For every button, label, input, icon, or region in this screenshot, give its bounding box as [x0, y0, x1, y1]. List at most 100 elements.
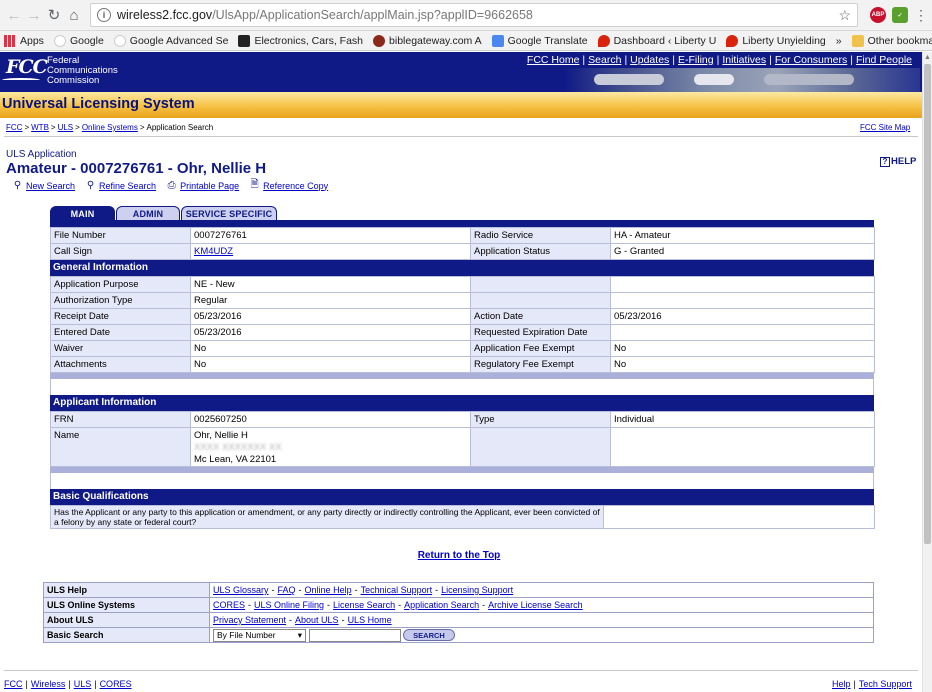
scroll-up-icon[interactable]: ▲ — [924, 54, 931, 61]
search-type-select[interactable]: By File Number ▾ — [213, 628, 306, 642]
basic-qualifications-table: Has the Applicant or any party to this a… — [50, 505, 875, 529]
bookmark-biblegateway[interactable]: biblegateway.com A — [373, 34, 482, 47]
browser-menu-icon[interactable]: ⋮ — [914, 8, 928, 22]
refine-search-link[interactable]: ⚲ Refine Search — [85, 180, 156, 191]
search-input[interactable] — [309, 628, 401, 642]
link-online-help[interactable]: Online Help — [305, 585, 352, 595]
new-search-label[interactable]: New Search — [26, 181, 75, 191]
link-uls-home[interactable]: ULS Home — [348, 615, 392, 625]
link-fcc-home[interactable]: FCC Home — [527, 54, 580, 66]
url-text[interactable]: wireless2.fcc.gov/UlsApp/ApplicationSear… — [117, 8, 838, 22]
crumb-fcc[interactable]: FCC — [6, 123, 22, 132]
separator: > — [50, 123, 56, 132]
action-date-value: 05/23/2016 — [610, 308, 875, 325]
link-updates[interactable]: Updates — [630, 54, 669, 66]
adblock-extension-icon[interactable]: ABP — [870, 7, 886, 23]
bookmark-apps[interactable]: Apps — [4, 34, 44, 47]
dropdown-arrow-icon: ▾ — [297, 629, 302, 640]
scrollbar-thumb[interactable] — [924, 64, 931, 544]
info-icon[interactable]: i — [97, 8, 111, 22]
link-uls-online-filing[interactable]: ULS Online Filing — [254, 600, 324, 610]
file-number-label: File Number — [50, 227, 191, 244]
tab-bar: MAIN ADMIN SERVICE SPECIFIC — [50, 206, 278, 220]
link-uls-glossary[interactable]: ULS Glossary — [213, 585, 269, 595]
link-initiatives[interactable]: Initiatives — [722, 54, 766, 66]
magnifier-icon: ⚲ — [86, 180, 95, 191]
reload-icon[interactable]: ↻ — [44, 5, 64, 25]
link-search[interactable]: Search — [588, 54, 621, 66]
separator: - — [482, 600, 486, 610]
crumb-current: Application Search — [146, 123, 214, 132]
footer-link-uls[interactable]: ULS — [74, 679, 92, 689]
application-fee-exempt-value: No — [610, 340, 875, 357]
bookmark-google-translate[interactable]: Google Translate — [491, 34, 588, 47]
bookmark-google[interactable]: Google — [53, 34, 104, 47]
separator: | — [624, 54, 628, 66]
bookmark-other[interactable]: Other bookmarks — [851, 34, 932, 47]
page-scrollbar[interactable]: ▲ — [922, 52, 932, 692]
reference-copy-label[interactable]: Reference Copy — [263, 181, 328, 191]
bookmark-amazon[interactable]: Electronics, Cars, Fash — [238, 34, 363, 47]
link-find-people[interactable]: Find People — [856, 54, 912, 66]
separator: | — [716, 54, 720, 66]
bookmarks-overflow[interactable]: » — [836, 35, 842, 47]
bookmarks-bar: Apps Google Google Advanced Se Electroni… — [0, 31, 932, 51]
refine-search-label[interactable]: Refine Search — [99, 181, 156, 191]
reference-copy-link[interactable]: 🗎 Reference Copy — [249, 179, 329, 191]
call-sign-link[interactable]: KM4UDZ — [194, 246, 233, 257]
crumb-online-systems[interactable]: Online Systems — [82, 123, 138, 132]
link-application-search[interactable]: Application Search — [404, 600, 479, 610]
attachments-label: Attachments — [50, 356, 191, 373]
footer-link-fcc[interactable]: FCC — [4, 679, 23, 689]
general-information-header: General Information — [50, 260, 874, 276]
return-to-top-wrap: Return to the Top — [0, 550, 918, 561]
search-type-value: By File Number — [217, 630, 276, 640]
crumb-wtb[interactable]: WTB — [31, 123, 49, 132]
link-archive-license-search[interactable]: Archive License Search — [488, 600, 583, 610]
new-search-link[interactable]: ⚲ New Search — [12, 180, 75, 191]
tab-main[interactable]: MAIN — [50, 206, 115, 220]
fcc-logo[interactable]: FCC — [6, 56, 48, 78]
green-extension-icon[interactable]: ✓ — [892, 7, 908, 23]
help-link[interactable]: ? HELP — [880, 156, 916, 167]
separator: - — [435, 585, 439, 595]
printable-page-link[interactable]: ⎙ Printable Page — [166, 180, 240, 191]
separator: - — [327, 600, 331, 610]
table-row: Entered Date 05/23/2016 Requested Expira… — [50, 324, 875, 341]
printable-page-label[interactable]: Printable Page — [180, 181, 239, 191]
link-for-consumers[interactable]: For Consumers — [775, 54, 847, 66]
crumb-uls[interactable]: ULS — [58, 123, 74, 132]
address-bar[interactable]: i wireless2.fcc.gov/UlsApp/ApplicationSe… — [90, 3, 858, 27]
return-to-top-link[interactable]: Return to the Top — [418, 550, 501, 561]
link-licensing-support[interactable]: Licensing Support — [441, 585, 513, 595]
link-efiling[interactable]: E-Filing — [678, 54, 714, 66]
footer-link-help[interactable]: Help — [832, 679, 851, 689]
table-row: Name Ohr, Nellie H XXXX XXXXXXX XX Mc Le… — [50, 427, 875, 467]
link-about-uls[interactable]: About ULS — [295, 615, 339, 625]
footer-link-tech-support[interactable]: Tech Support — [859, 679, 912, 689]
google-icon — [53, 34, 66, 47]
bookmark-star-icon[interactable]: ☆ — [838, 7, 851, 24]
footer-link-wireless[interactable]: Wireless — [31, 679, 66, 689]
site-map-link[interactable]: FCC Site Map — [860, 123, 910, 132]
back-arrow-icon[interactable]: ← — [4, 5, 24, 25]
tab-service-specific[interactable]: SERVICE SPECIFIC — [181, 206, 277, 220]
bookmark-dashboard[interactable]: Dashboard ‹ Liberty U — [597, 34, 716, 47]
link-faq[interactable]: FAQ — [278, 585, 296, 595]
tab-admin[interactable]: ADMIN — [116, 206, 180, 220]
bookmark-google-advanced[interactable]: Google Advanced Se — [113, 34, 228, 47]
forward-arrow-icon[interactable]: → — [24, 5, 44, 25]
link-privacy-statement[interactable]: Privacy Statement — [213, 615, 286, 625]
bookmark-label: Liberty Unyielding — [742, 34, 826, 47]
applicant-city: Mc Lean, VA 22101 — [194, 454, 277, 465]
separator: | — [853, 679, 856, 689]
attachments-value: No — [190, 356, 471, 373]
link-technical-support[interactable]: Technical Support — [361, 585, 433, 595]
bookmark-liberty-unyielding[interactable]: Liberty Unyielding — [726, 34, 826, 47]
link-license-search[interactable]: License Search — [333, 600, 395, 610]
search-button[interactable]: SEARCH — [403, 629, 455, 641]
home-icon[interactable]: ⌂ — [64, 5, 84, 25]
document-icon: 🗎 — [250, 179, 259, 190]
link-cores[interactable]: CORES — [213, 600, 245, 610]
footer-link-cores[interactable]: CORES — [100, 679, 132, 689]
